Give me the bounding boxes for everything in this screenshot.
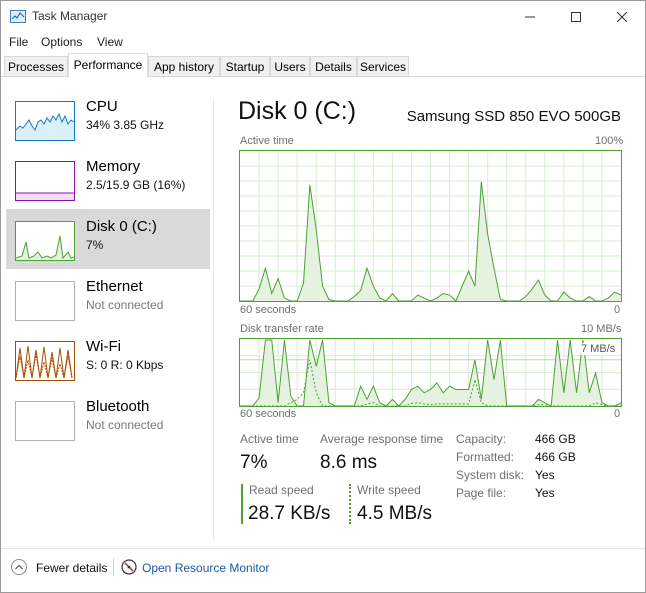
disk-thumbnail-graph	[15, 221, 75, 261]
formatted-value: 466 GB	[535, 450, 576, 464]
menu-view[interactable]: View	[97, 35, 123, 49]
sidebar-item-title: CPU	[86, 98, 118, 115]
sidebar-item-title: Disk 0 (C:)	[86, 218, 157, 235]
read-speed-label: Read speed	[249, 483, 314, 497]
active-time-graph-xlabel: 60 seconds	[240, 304, 297, 316]
menu-file[interactable]: File	[9, 35, 28, 49]
sidebar-item-title: Wi-Fi	[86, 338, 121, 355]
footer-divider	[1, 548, 645, 549]
active-time-graph-min: 0	[614, 304, 621, 316]
read-speed-value: 28.7 KB/s	[248, 503, 331, 524]
system-disk-label: System disk:	[456, 468, 525, 482]
active-time-chart	[240, 151, 622, 302]
sidebar-item-cpu[interactable]: CPU 34% 3.85 GHz	[6, 89, 210, 149]
sidebar-divider	[213, 98, 214, 540]
capacity-value: 466 GB	[535, 432, 576, 446]
write-speed-label: Write speed	[357, 483, 421, 497]
transfer-rate-graph: 7 MB/s	[239, 338, 622, 407]
page-file-label: Page file:	[456, 486, 507, 500]
task-manager-window: Task Manager File Options View Processes…	[0, 0, 646, 593]
sidebar-item-title: Memory	[86, 158, 141, 175]
transfer-rate-scale-label: 7 MB/s	[581, 343, 616, 355]
sidebar-item-subtitle: Not connected	[86, 298, 164, 312]
formatted-label: Formatted:	[456, 450, 515, 464]
sidebar-item-subtitle: 7%	[86, 238, 104, 252]
disk-title: Disk 0 (C:)	[238, 97, 357, 125]
tab-performance[interactable]: Performance	[68, 53, 148, 77]
wifi-thumbnail-graph	[15, 341, 75, 381]
menu-options[interactable]: Options	[41, 35, 82, 49]
task-manager-icon	[10, 10, 26, 23]
transfer-rate-graph-xlabel: 60 seconds	[240, 408, 297, 420]
active-time-graph-max: 100%	[595, 135, 624, 147]
disk-model: Samsung SSD 850 EVO 500GB	[406, 108, 621, 125]
maximize-button[interactable]	[553, 1, 599, 32]
tab-users[interactable]: Users	[270, 56, 310, 76]
sidebar-item-title: Ethernet	[86, 278, 143, 295]
sidebar-item-subtitle: S: 0 R: 0 Kbps	[86, 358, 164, 372]
transfer-rate-graph-min: 0	[614, 408, 621, 420]
transfer-rate-chart	[240, 339, 622, 407]
title-bar: Task Manager	[1, 1, 645, 32]
minimize-icon	[525, 16, 535, 17]
active-time-stat-value: 7%	[240, 452, 268, 473]
memory-thumbnail-graph	[15, 161, 75, 201]
tab-details[interactable]: Details	[310, 56, 357, 76]
open-resource-monitor-link[interactable]: Open Resource Monitor	[142, 561, 269, 575]
close-icon	[617, 11, 627, 22]
write-speed-indicator	[349, 484, 351, 524]
system-disk-value: Yes	[535, 468, 555, 482]
menu-bar: File Options View	[1, 32, 645, 53]
active-time-graph	[239, 150, 622, 302]
sidebar-item-subtitle: 2.5/15.9 GB (16%)	[86, 178, 186, 192]
window-title: Task Manager	[32, 9, 108, 23]
sidebar-item-disk[interactable]: Disk 0 (C:) 7%	[6, 209, 210, 269]
active-time-stat-label: Active time	[240, 432, 299, 446]
sidebar-item-subtitle: 34% 3.85 GHz	[86, 118, 165, 132]
sidebar-item-bluetooth[interactable]: Bluetooth Not connected	[6, 389, 210, 449]
tab-processes[interactable]: Processes	[4, 56, 68, 76]
sidebar-item-title: Bluetooth	[86, 398, 150, 415]
write-speed-value: 4.5 MB/s	[357, 503, 432, 524]
transfer-rate-graph-max: 10 MB/s	[581, 323, 622, 335]
chevron-up-icon[interactable]	[11, 559, 27, 575]
fewer-details-button[interactable]: Fewer details	[36, 561, 107, 575]
resource-monitor-icon[interactable]	[121, 559, 137, 575]
capacity-label: Capacity:	[456, 432, 507, 446]
tab-app-history[interactable]: App history	[148, 56, 220, 76]
maximize-icon	[571, 11, 581, 22]
sidebar-item-memory[interactable]: Memory 2.5/15.9 GB (16%)	[6, 149, 210, 209]
tab-startup[interactable]: Startup	[220, 56, 270, 76]
page-file-value: Yes	[535, 486, 555, 500]
sidebar-item-subtitle: Not connected	[86, 418, 164, 432]
read-speed-indicator	[241, 484, 243, 524]
tab-bar: Processes Performance App history Startu…	[1, 53, 645, 77]
avg-response-stat-value: 8.6 ms	[320, 452, 378, 473]
sidebar-item-ethernet[interactable]: Ethernet Not connected	[6, 269, 210, 329]
bluetooth-thumbnail-graph	[15, 401, 75, 441]
ethernet-thumbnail-graph	[15, 281, 75, 321]
active-time-graph-label: Active time	[240, 135, 294, 147]
footer-separator	[113, 558, 114, 576]
avg-response-stat-label: Average response time	[320, 432, 444, 446]
cpu-thumbnail-graph	[15, 101, 75, 141]
transfer-rate-graph-label: Disk transfer rate	[240, 323, 324, 335]
sidebar-item-wifi[interactable]: Wi-Fi S: 0 R: 0 Kbps	[6, 329, 210, 389]
close-button[interactable]	[599, 1, 645, 32]
tab-services[interactable]: Services	[357, 56, 409, 76]
minimize-button[interactable]	[507, 1, 553, 32]
